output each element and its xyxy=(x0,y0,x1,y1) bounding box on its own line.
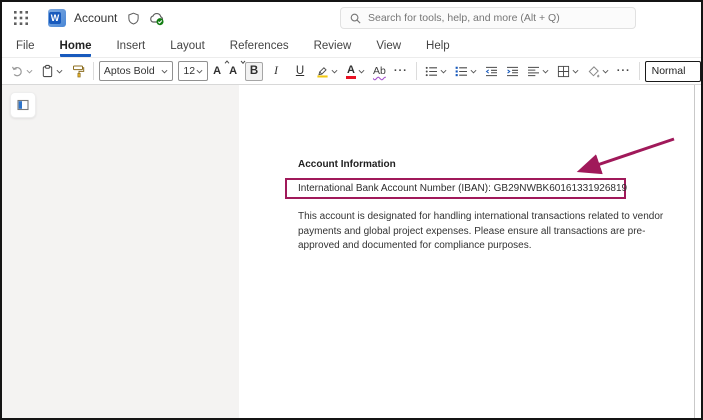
word-app-icon[interactable]: W xyxy=(48,9,66,27)
app-launcher-icon[interactable] xyxy=(14,10,30,26)
more-paragraph-options-button[interactable]: ··· xyxy=(614,63,634,79)
chevron-down-icon xyxy=(470,69,477,74)
tab-layout[interactable]: Layout xyxy=(170,40,205,57)
paste-button[interactable] xyxy=(38,62,66,80)
word-online-window: W Account File Home Insert Layout Refere… xyxy=(0,0,703,420)
titlebar: W Account xyxy=(2,2,701,34)
tab-review[interactable]: Review xyxy=(314,40,352,57)
font-color-button[interactable]: A xyxy=(343,62,368,81)
chevron-down-icon xyxy=(196,69,203,74)
decrease-indent-button[interactable] xyxy=(482,64,501,79)
chevron-down-icon xyxy=(542,69,549,74)
font-name-value: Aptos Bold xyxy=(104,65,155,77)
menubar: File Home Insert Layout References Revie… xyxy=(2,34,701,57)
annotation-arrow xyxy=(567,130,687,185)
chevron-down-icon xyxy=(572,69,579,74)
highlighter-icon xyxy=(316,64,329,78)
italic-label: I xyxy=(268,65,284,77)
tab-home[interactable]: Home xyxy=(60,40,92,57)
divider xyxy=(639,62,640,80)
highlight-button[interactable] xyxy=(313,62,341,80)
chevron-down-icon xyxy=(602,69,609,74)
style-name-value: Normal xyxy=(652,65,686,77)
tab-view[interactable]: View xyxy=(376,40,401,57)
bullet-list-icon xyxy=(425,66,438,77)
undo-button[interactable] xyxy=(8,63,36,80)
sidebar-toggle-button[interactable] xyxy=(10,92,36,118)
chevron-down-icon xyxy=(440,69,447,74)
grow-font-button[interactable]: A xyxy=(210,63,224,79)
search-box[interactable] xyxy=(340,7,636,29)
increase-indent-button[interactable] xyxy=(503,64,522,79)
bold-button[interactable]: B xyxy=(245,62,263,81)
caret-down-icon xyxy=(240,60,246,64)
font-name-combobox[interactable]: Aptos Bold xyxy=(99,61,174,81)
align-left-icon xyxy=(527,66,540,77)
tab-help[interactable]: Help xyxy=(426,40,450,57)
borders-button[interactable] xyxy=(554,63,582,80)
tab-references[interactable]: References xyxy=(230,40,289,57)
format-painter-icon xyxy=(71,64,85,78)
clear-formatting-button[interactable]: Ab xyxy=(370,63,389,79)
chevron-down-icon xyxy=(331,69,338,74)
shrink-font-label: A xyxy=(229,65,237,77)
shrink-font-button[interactable]: A xyxy=(226,63,240,79)
underline-label: U xyxy=(292,65,308,77)
undo-icon xyxy=(11,65,24,78)
increase-indent-icon xyxy=(506,66,519,77)
divider xyxy=(93,62,94,80)
saved-to-cloud-icon[interactable] xyxy=(148,11,165,26)
document-page[interactable]: Account Information International Bank A… xyxy=(239,85,695,418)
search-input[interactable] xyxy=(368,12,627,24)
document-canvas: Account Information International Bank A… xyxy=(2,85,701,418)
style-selector[interactable]: Normal xyxy=(645,61,701,82)
underline-button[interactable]: U xyxy=(289,63,311,79)
document-title[interactable]: Account xyxy=(74,11,117,25)
chevron-down-icon xyxy=(161,69,168,74)
body-paragraph: This account is designated for handling … xyxy=(298,210,672,254)
chevron-down-icon xyxy=(358,69,365,74)
tab-file[interactable]: File xyxy=(16,40,35,57)
divider xyxy=(416,62,417,80)
bold-label: B xyxy=(246,65,262,77)
clipboard-icon xyxy=(41,64,54,78)
format-painter-button[interactable] xyxy=(68,62,88,80)
alignment-button[interactable] xyxy=(524,64,552,79)
numbered-list-button[interactable] xyxy=(452,64,480,79)
font-size-combobox[interactable]: 12 xyxy=(178,61,208,81)
document-heading: Account Information xyxy=(298,159,396,170)
canvas-margin xyxy=(2,85,239,418)
chevron-down-icon xyxy=(56,69,63,74)
paint-bucket-icon xyxy=(587,65,600,78)
bullet-list-button[interactable] xyxy=(422,64,450,79)
borders-icon xyxy=(557,65,570,78)
font-size-value: 12 xyxy=(183,65,195,77)
sensitivity-shield-icon[interactable] xyxy=(127,12,140,25)
ribbon-toolbar: Aptos Bold 12 A A B I U A Ab ··· xyxy=(2,57,701,85)
tab-insert[interactable]: Insert xyxy=(116,40,145,57)
grow-font-label: A xyxy=(213,65,221,77)
panel-icon xyxy=(16,98,30,112)
chevron-down-icon xyxy=(26,69,33,74)
numbered-list-icon xyxy=(455,66,468,77)
italic-button[interactable]: I xyxy=(265,63,287,79)
font-color-icon: A xyxy=(346,64,356,79)
clear-formatting-icon: Ab xyxy=(373,65,386,77)
search-icon xyxy=(349,12,362,25)
more-font-options-button[interactable]: ··· xyxy=(391,63,411,79)
decrease-indent-icon xyxy=(485,66,498,77)
shading-button[interactable] xyxy=(584,63,612,80)
